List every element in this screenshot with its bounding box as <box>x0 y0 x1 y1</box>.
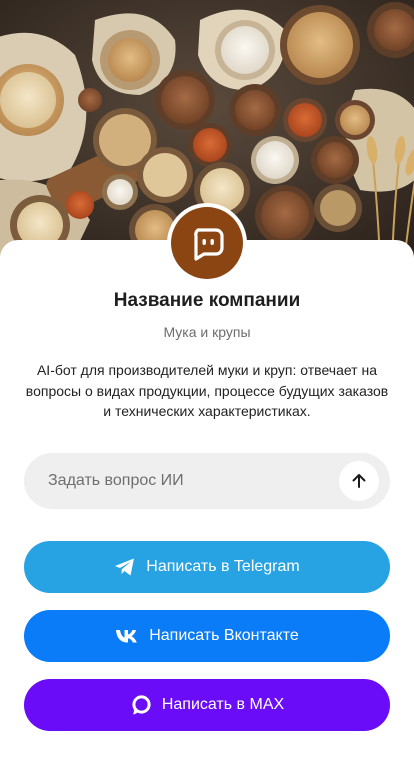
avatar <box>167 203 247 283</box>
max-button-label: Написать в MAX <box>161 696 285 713</box>
vk-button-label: Написать Вконтакте <box>149 627 299 644</box>
telegram-icon <box>114 557 136 577</box>
max-icon <box>130 694 152 716</box>
company-description: AI-бот для производителей муки и круп: о… <box>25 362 389 419</box>
vk-icon <box>115 628 139 644</box>
send-button[interactable] <box>339 461 379 501</box>
ask-ai-input[interactable] <box>48 453 348 509</box>
arrow-up-icon <box>352 474 366 488</box>
chat-bot-icon <box>194 228 224 261</box>
avatar-circle <box>171 207 243 279</box>
telegram-button-label: Написать в Telegram <box>146 558 300 575</box>
company-category: Мука и крупы <box>163 324 251 340</box>
telegram-button[interactable]: Написать в Telegram <box>24 541 390 593</box>
company-name: Название компании <box>113 290 301 311</box>
ask-ai-field <box>24 453 390 509</box>
vk-button[interactable]: Написать Вконтакте <box>24 610 390 662</box>
max-button[interactable]: Написать в MAX <box>24 679 390 731</box>
